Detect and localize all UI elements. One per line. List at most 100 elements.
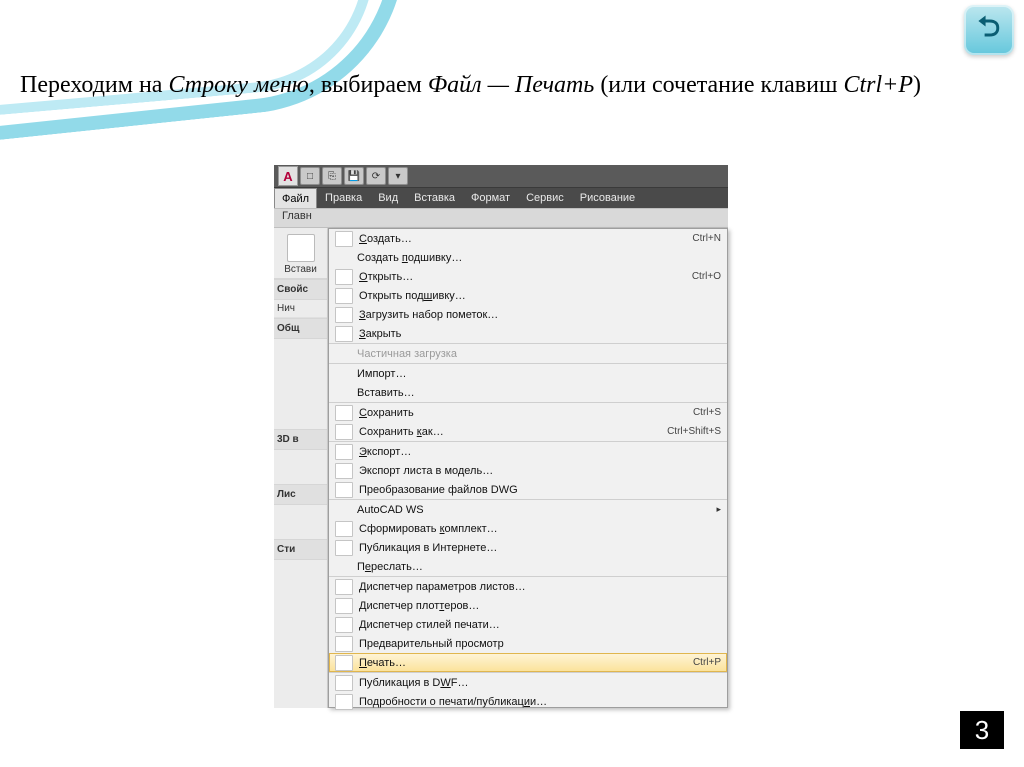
menu-item[interactable]: Экспорт листа в модель… [329, 461, 727, 480]
menu-item-shortcut: Ctrl+N [688, 233, 721, 244]
menu-item[interactable]: Подробности о печати/публикации… [329, 692, 727, 711]
menu-item[interactable]: Печать… Ctrl+P [329, 653, 727, 672]
menu-item[interactable]: Создать… Ctrl+N [329, 229, 727, 248]
menu-item-label: Открыть… [359, 271, 682, 283]
submenu-arrow-icon: ▸ [716, 504, 721, 515]
menu-item-icon [335, 598, 353, 614]
menu-item-icon [335, 655, 353, 671]
quick-access-toolbar: A □ ⎘ 💾 ⟳ ▾ [274, 165, 728, 188]
menu-item-icon [335, 540, 353, 556]
menu-item-icon [335, 347, 351, 361]
menu-item-icon [335, 521, 353, 537]
menu-item-label: Подробности о печати/публикации… [359, 696, 721, 708]
menu-item[interactable]: Закрыть [329, 324, 727, 343]
autocad-screenshot: A □ ⎘ 💾 ⟳ ▾ Файл Правка Вид Вставка Форм… [274, 165, 728, 705]
menu-bar: Файл Правка Вид Вставка Формат Сервис Ри… [274, 188, 728, 208]
menu-item-icon [335, 367, 351, 381]
menu-item-icon [335, 251, 351, 265]
file-menu-dropdown: Создать…Ctrl+NСоздать подшивку…Открыть…C… [328, 228, 728, 708]
back-icon: ⮌ [978, 6, 1000, 54]
menu-item-icon [335, 288, 353, 304]
insert-icon [287, 234, 315, 262]
menu-item-icon [335, 386, 351, 400]
menu-item-shortcut: Ctrl+S [689, 407, 721, 418]
menu-item[interactable]: Преобразование файлов DWG [329, 480, 727, 499]
menu-item-label: Загрузить набор пометок… [359, 309, 721, 321]
menu-item[interactable]: Диспетчер плоттеров… [329, 596, 727, 615]
menu-item-label: Импорт… [357, 368, 721, 380]
menu-item-label: Сформировать комплект… [359, 523, 721, 535]
qat-dropdown-icon[interactable]: ▾ [388, 167, 408, 185]
menu-file[interactable]: Файл [274, 188, 317, 208]
menu-item-shortcut: Ctrl+P [689, 657, 721, 668]
menu-item-icon [335, 424, 353, 440]
menu-item[interactable]: Открыть подшивку… [329, 286, 727, 305]
menu-item[interactable]: Диспетчер стилей печати… [329, 615, 727, 634]
page-number: 3 [960, 711, 1004, 749]
menu-insert[interactable]: Вставка [406, 188, 463, 208]
qat-new-icon[interactable]: □ [300, 167, 320, 185]
menu-item[interactable]: Загрузить набор пометок… [329, 305, 727, 324]
menu-item-label: Публикация в DWF… [359, 677, 721, 689]
menu-item[interactable]: Предварительный просмотр [329, 634, 727, 653]
menu-item-icon [335, 231, 353, 247]
menu-item-label: Создать… [359, 233, 682, 245]
menu-item-label: AutoCAD WS [357, 504, 710, 516]
menu-item-icon [335, 503, 351, 517]
menu-item[interactable]: Диспетчер параметров листов… [329, 576, 727, 596]
menu-item-icon [335, 579, 353, 595]
back-button[interactable]: ⮌ [964, 5, 1014, 55]
caption-text: , выбираем [309, 72, 428, 98]
menu-item-label: Вставить… [357, 387, 721, 399]
caption-text: Переходим на [20, 72, 168, 98]
caption-emph: Ctrl+P [843, 72, 913, 98]
menu-item[interactable]: Экспорт… [329, 441, 727, 461]
menu-item-label: Сохранить [359, 407, 683, 419]
menu-item[interactable]: Импорт… [329, 363, 727, 383]
ribbon-tab-home[interactable]: Главн [274, 209, 320, 223]
left-group-3d: 3D в [274, 429, 327, 450]
left-panel-title: Свойс [274, 279, 327, 300]
menu-item-label: Предварительный просмотр [359, 638, 721, 650]
menu-item[interactable]: Сохранить как… Ctrl+Shift+S [329, 422, 727, 441]
menu-item-icon [335, 463, 353, 479]
menu-item[interactable]: Сохранить Ctrl+S [329, 402, 727, 422]
app-logo[interactable]: A [278, 166, 298, 186]
qat-save-icon[interactable]: 💾 [344, 167, 364, 185]
ribbon-tabs: Главн [274, 208, 728, 228]
menu-tools[interactable]: Сервис [518, 188, 572, 208]
menu-edit[interactable]: Правка [317, 188, 370, 208]
menu-item-label: Диспетчер стилей печати… [359, 619, 721, 631]
menu-item-label: Закрыть [359, 328, 721, 340]
left-insert-label: Встави [284, 264, 317, 275]
menu-item[interactable]: Создать подшивку… [329, 248, 727, 267]
menu-item[interactable]: Открыть…Ctrl+O [329, 267, 727, 286]
menu-draw[interactable]: Рисование [572, 188, 643, 208]
left-insert-block[interactable]: Встави [274, 230, 327, 279]
menu-item-label: Диспетчер плоттеров… [359, 600, 721, 612]
menu-item-label: Печать… [359, 657, 683, 669]
menu-item-label: Сохранить как… [359, 426, 657, 438]
menu-item-label: Создать подшивку… [357, 252, 721, 264]
menu-item-label: Экспорт… [359, 446, 721, 458]
menu-item-icon [335, 636, 353, 652]
qat-open-icon[interactable]: ⎘ [322, 167, 342, 185]
menu-item-icon [335, 694, 353, 710]
menu-item-icon [335, 617, 353, 633]
menu-item[interactable]: AutoCAD WS ▸ [329, 499, 727, 519]
menu-item-shortcut: Ctrl+Shift+S [663, 426, 721, 437]
menu-item[interactable]: Вставить… [329, 383, 727, 402]
menu-item-icon [335, 675, 353, 691]
menu-item-label: Публикация в Интернете… [359, 542, 721, 554]
menu-item-icon [335, 326, 353, 342]
menu-item[interactable]: Переслать… [329, 557, 727, 576]
menu-item[interactable]: Сформировать комплект… [329, 519, 727, 538]
menu-item-label: Открыть подшивку… [359, 290, 721, 302]
caption-text: (или сочетание клавиш [594, 72, 843, 98]
caption-emph: Файл — Печать [428, 72, 594, 98]
menu-item[interactable]: Публикация в Интернете… [329, 538, 727, 557]
menu-item[interactable]: Публикация в DWF… [329, 672, 727, 692]
menu-format[interactable]: Формат [463, 188, 518, 208]
qat-undo-icon[interactable]: ⟳ [366, 167, 386, 185]
menu-view[interactable]: Вид [370, 188, 406, 208]
